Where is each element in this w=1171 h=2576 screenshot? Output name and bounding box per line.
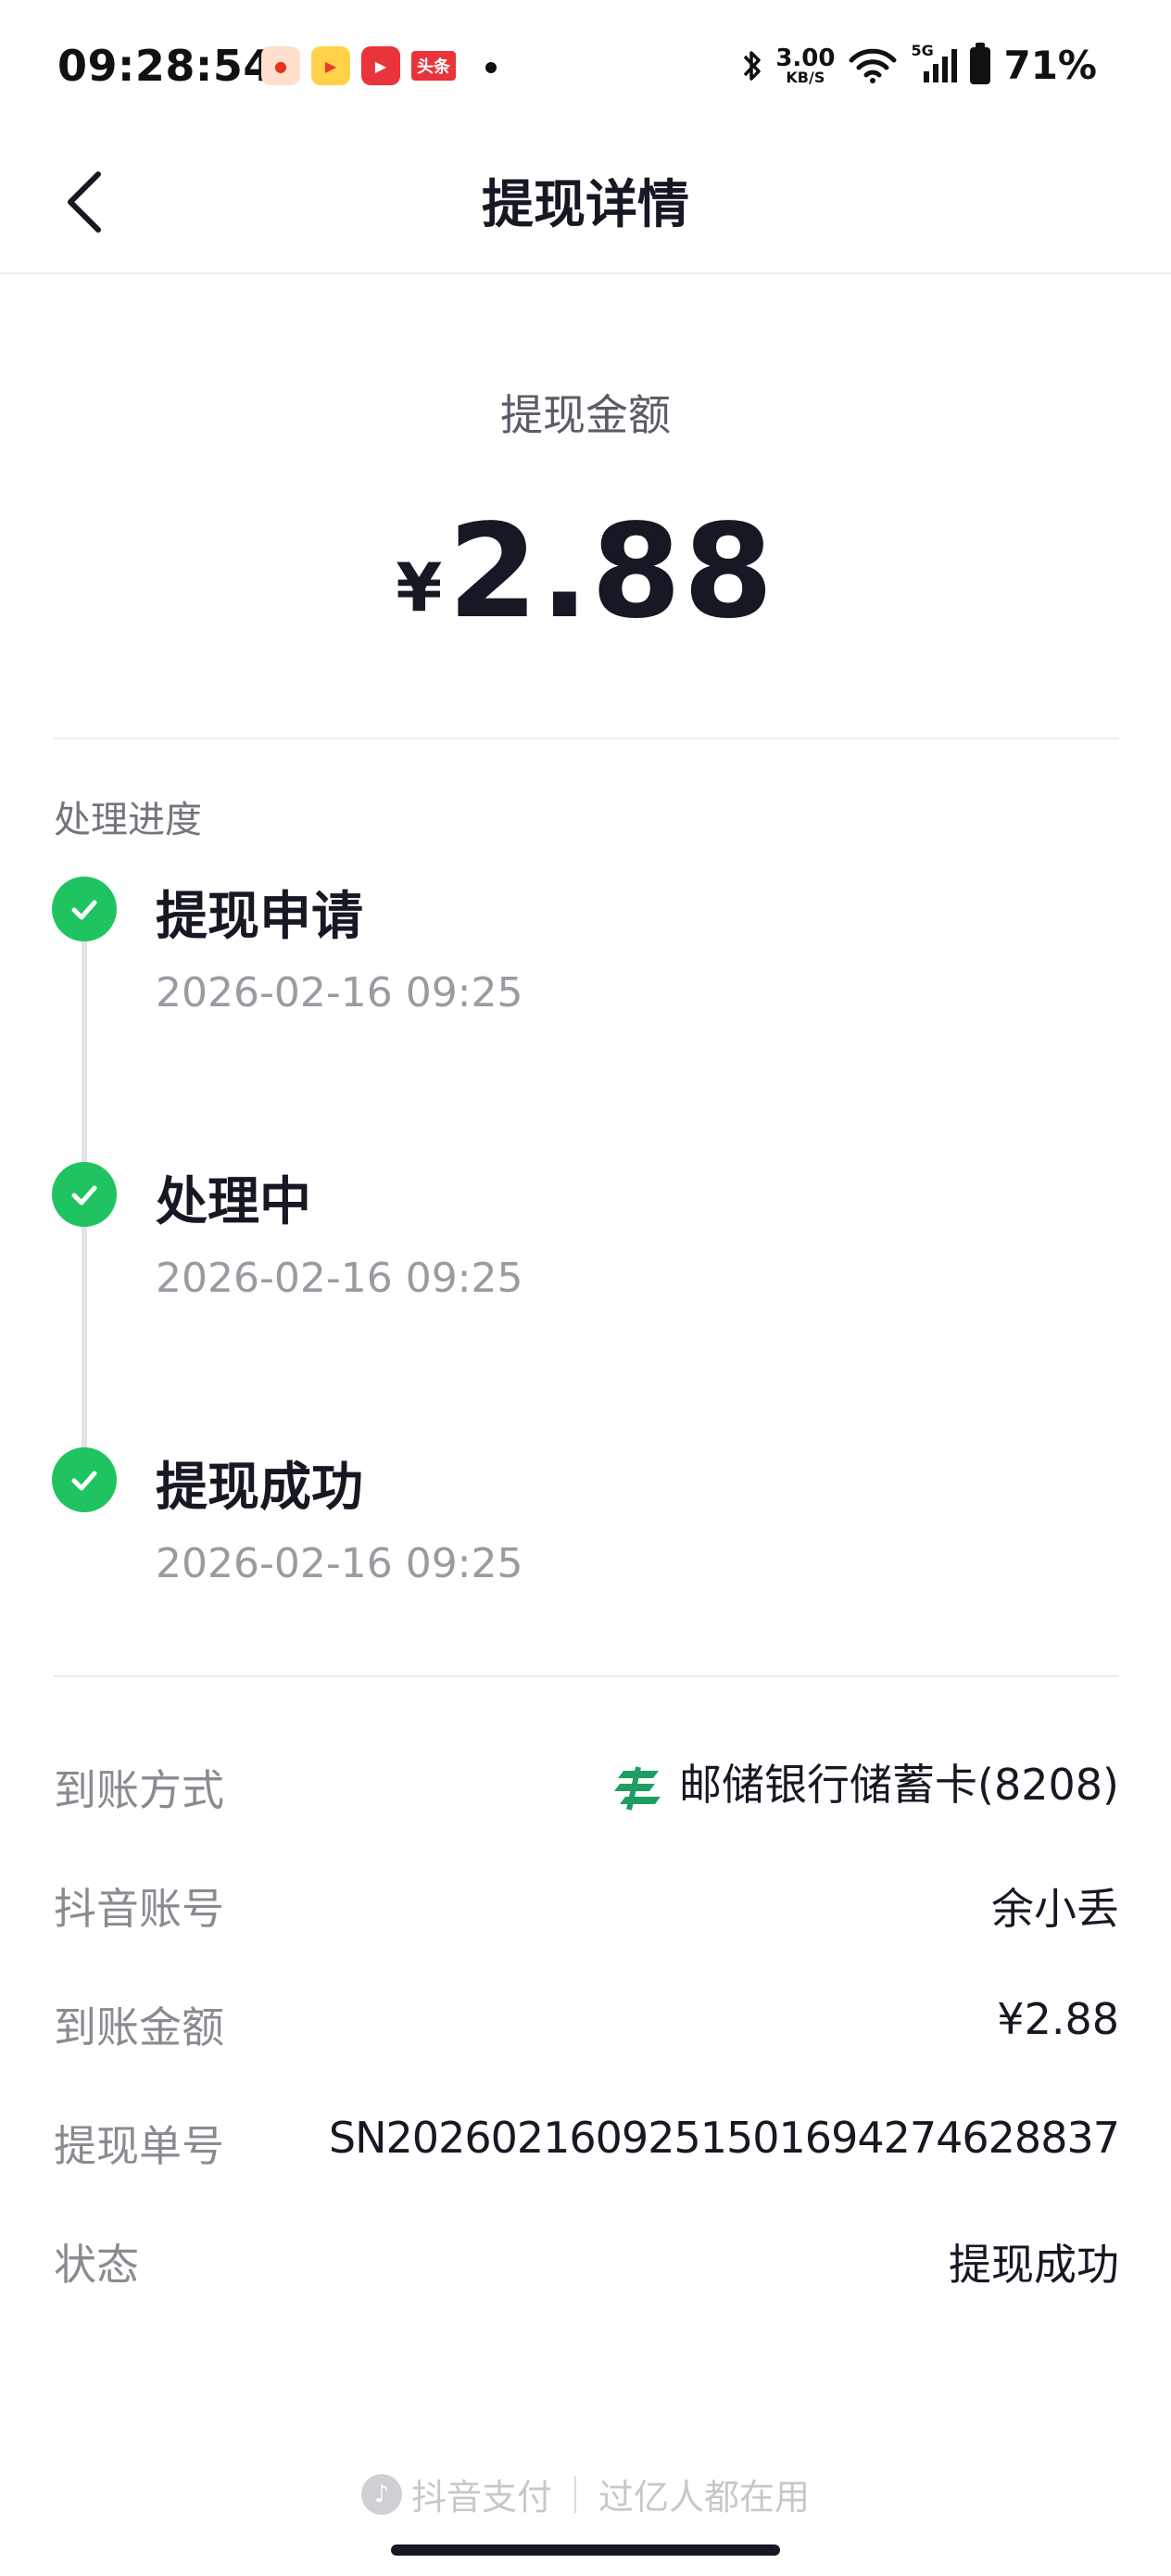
currency-symbol: ¥	[396, 549, 443, 626]
bank-account-text: 邮储银行储蓄卡(8208)	[679, 1760, 1119, 1810]
amount-value: 2.88	[447, 497, 775, 648]
progress-section-title: 处理进度	[54, 799, 202, 841]
footer-slogan: 过亿人都在用	[598, 2477, 811, 2518]
network-speed-unit: KB/S	[786, 68, 825, 86]
step-check-icon	[52, 877, 117, 941]
more-notifications-dot	[485, 62, 497, 73]
section-divider	[54, 738, 1119, 739]
app-play-icon: ▶	[361, 46, 400, 85]
home-indicator[interactable]	[391, 2544, 780, 2556]
step-time: 2026-02-16 09:25	[156, 1255, 523, 1302]
step-check-icon	[52, 1447, 117, 1512]
step-title: 提现申请	[156, 887, 363, 947]
signal-bar-icon	[951, 48, 958, 82]
header-divider	[0, 272, 1171, 274]
footer-brand: 抖音支付	[410, 2477, 552, 2518]
footer-separator	[574, 2475, 576, 2513]
step-title: 处理中	[156, 1172, 311, 1232]
signal-bar-icon	[942, 56, 949, 82]
step-time: 2026-02-16 09:25	[156, 1540, 523, 1587]
detail-value-status: 提现成功	[949, 2240, 1119, 2290]
step-check-icon	[52, 1162, 117, 1227]
footer-brand-group: ♪ 抖音支付	[360, 2469, 552, 2519]
section-divider	[54, 1675, 1119, 1677]
status-indicators: 3.00 KB/S 5G 71%	[742, 42, 1097, 88]
toutiao-icon: 头条	[411, 51, 456, 81]
network-type: 5G	[911, 41, 934, 59]
status-time: 09:28:54	[57, 41, 273, 91]
battery-percent: 71%	[1003, 43, 1097, 88]
detail-value-order: SN2026021609251501694274628837	[328, 2113, 1120, 2163]
app-red-icon: ●	[261, 46, 300, 85]
signal-bar-icon	[933, 63, 939, 82]
cellular-signal: 5G	[911, 42, 958, 82]
page-title: 提现详情	[482, 175, 689, 235]
detail-value-amount: ¥2.88	[997, 1994, 1119, 2044]
battery-icon	[970, 42, 991, 84]
amount-label: 提现金额	[500, 390, 671, 440]
detail-label-account: 抖音账号	[54, 1884, 224, 1934]
network-speed: 3.00 KB/S	[775, 46, 835, 85]
detail-value-method: 邮储银行储蓄卡(8208)	[611, 1751, 1119, 1815]
step-title: 提现成功	[156, 1458, 363, 1518]
app-video-icon: ▶	[311, 46, 350, 85]
amount-display: ¥2.88	[0, 497, 1171, 648]
notification-app-icons: ● ▶ ▶ 头条	[261, 46, 456, 85]
wifi-icon	[849, 48, 897, 83]
signal-bar-icon	[924, 70, 930, 82]
network-speed-value: 3.00	[775, 44, 836, 72]
step-time: 2026-02-16 09:25	[156, 969, 523, 1017]
douyin-logo-icon: ♪	[360, 2473, 402, 2515]
bluetooth-icon	[744, 50, 762, 81]
postal-bank-icon	[614, 1765, 661, 1811]
detail-label-order: 提现单号	[54, 2121, 224, 2171]
detail-value-account: 余小丢	[991, 1884, 1119, 1934]
detail-label-amount: 到账金额	[54, 2002, 224, 2052]
detail-label-method: 到账方式	[54, 1765, 224, 1815]
detail-label-status: 状态	[54, 2240, 139, 2290]
footer: ♪ 抖音支付 过亿人都在用	[0, 2469, 1171, 2519]
